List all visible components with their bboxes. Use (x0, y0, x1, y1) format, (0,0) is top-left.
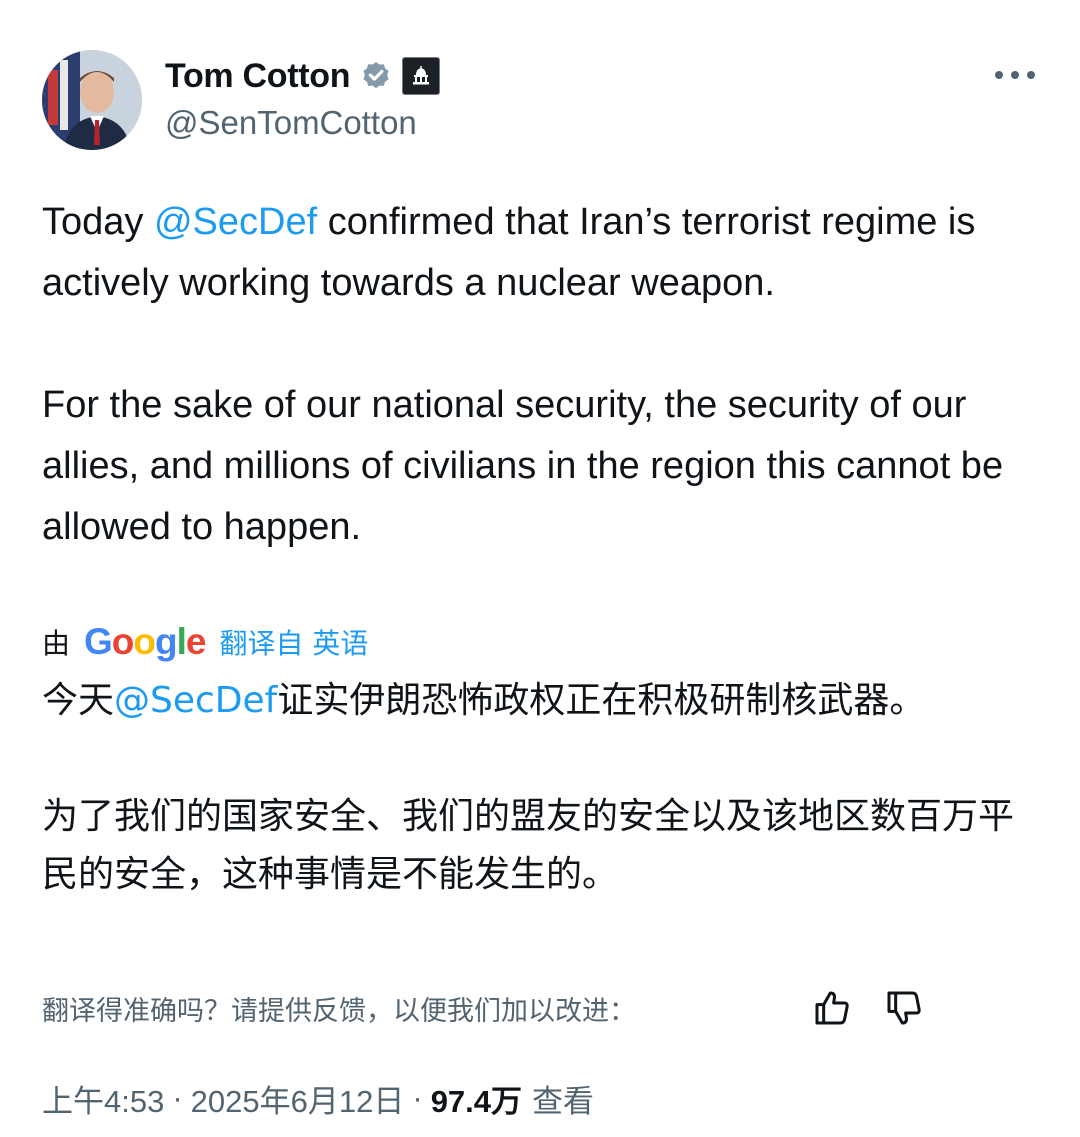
tweet-text: Today @SecDef confirmed that Iran’s terr… (42, 192, 1042, 558)
more-dot (1011, 71, 1019, 79)
translated-from-link[interactable]: 翻译自 英语 (219, 622, 368, 662)
views-label: 查看 (532, 1083, 595, 1119)
tweet-paragraph-1: Today @SecDef confirmed that Iran’s terr… (42, 192, 1042, 314)
meta-separator: · (172, 1080, 183, 1115)
google-letter: g (155, 621, 178, 662)
author-name[interactable]: Tom Cotton (165, 57, 351, 96)
more-options-icon[interactable] (995, 66, 1035, 84)
translated-by-label: 由 (42, 627, 71, 660)
translation-feedback-prompt: 翻译得准确吗？请提供反馈，以便我们加以改进： (42, 995, 636, 1027)
verified-badge-icon[interactable] (360, 60, 392, 92)
translated-paragraph-1: 今天@SecDef证实伊朗恐怖政权正在积极研制核武器。 (42, 672, 1042, 730)
mention-link[interactable]: @SecDef (154, 201, 317, 243)
thumbs-up-icon[interactable] (812, 988, 852, 1028)
google-letter: G (84, 621, 113, 662)
author-avatar[interactable] (42, 50, 142, 150)
tweet-time[interactable]: 上午4:53 (42, 1076, 164, 1121)
google-letter: e (185, 621, 207, 662)
more-dot (1027, 71, 1035, 79)
thumbs-down-icon[interactable] (884, 988, 924, 1028)
translated-text-segment: 今天 (42, 680, 115, 721)
google-logo: Google (84, 621, 207, 663)
government-building-icon[interactable] (402, 57, 441, 95)
google-letter: o (111, 621, 135, 662)
tweet-text-segment: Today (42, 201, 154, 243)
translated-paragraph-2: 为了我们的国家安全、我们的盟友的安全以及该地区数百万平民的安全，这种事情是不能发… (42, 796, 1015, 895)
translated-by-row: 由 Google 翻译自 英语 (42, 620, 368, 664)
google-letter: o (133, 621, 156, 662)
translated-text: 今天@SecDef证实伊朗恐怖政权正在积极研制核武器。 为了我们的国家安全、我们… (42, 672, 1042, 904)
avatar-image (42, 50, 142, 150)
meta-separator: · (412, 1080, 423, 1115)
translated-mention-link[interactable]: @SecDef (114, 680, 277, 721)
google-letter: l (176, 621, 187, 662)
tweet-meta: 上午4:53 · 2025年6月12日 · 97.4万 查看 (42, 1076, 594, 1120)
author-handle[interactable]: @SenTomCotton (165, 104, 417, 142)
tweet-date[interactable]: 2025年6月12日 (191, 1076, 405, 1121)
author-name-row: Tom Cotton (165, 54, 441, 98)
more-dot (995, 71, 1003, 79)
translated-text-segment: 证实伊朗恐怖政权正在积极研制核武器。 (277, 680, 926, 721)
tweet-paragraph-2: For the sake of our national security, t… (42, 384, 1004, 548)
capitol-icon (413, 66, 430, 85)
views-count[interactable]: 97.4万 (431, 1076, 522, 1121)
